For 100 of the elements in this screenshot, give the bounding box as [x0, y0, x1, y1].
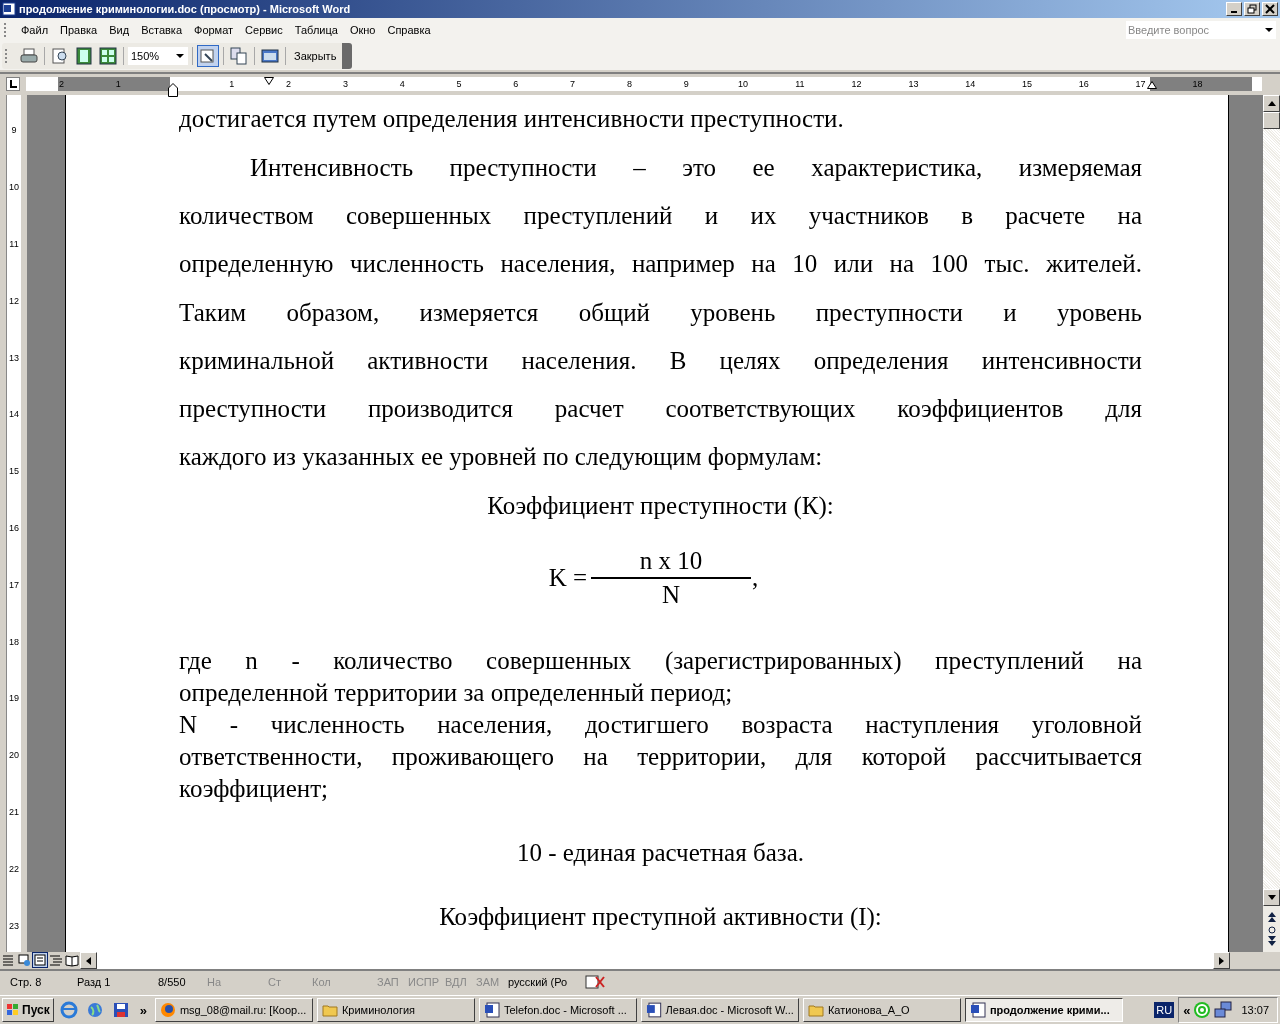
ruler-number: 19: [9, 692, 19, 705]
web-view-icon[interactable]: [16, 952, 32, 969]
ruler-number: 16: [1077, 78, 1090, 91]
taskbar-button[interactable]: Telefon.doc - Microsoft ...: [478, 998, 637, 1023]
clock: 13:07: [1241, 1004, 1269, 1017]
globe-icon[interactable]: [85, 1001, 104, 1020]
ruler-number: 15: [9, 465, 19, 478]
menu-item[interactable]: Файл: [15, 21, 55, 38]
document-icon[interactable]: [483, 1002, 500, 1019]
windows-flag-icon[interactable]: [6, 1003, 20, 1018]
centered-heading: Коэффициент преступности (К):: [486, 490, 835, 522]
ruler-number: 14: [9, 408, 19, 421]
copy-pages-icon[interactable]: [228, 44, 250, 67]
normal-view-icon[interactable]: [0, 952, 16, 969]
close-preview-button[interactable]: Закрыть: [290, 47, 341, 64]
centered-heading: 10 - единая расчетная база.: [516, 838, 805, 869]
ruler-number: 21: [9, 805, 19, 818]
dropdown-caret-icon[interactable]: [1265, 27, 1273, 32]
ruler-number: 5: [455, 78, 463, 91]
ruler-number: 23: [9, 919, 19, 932]
paragraph: Интенсивность преступности – это ее характеристика, измеряемая количеством совершенных преступлений и их участников в расчете на определенную численность населения, например на 10 или на 100 тыс. жителей. Таким образом, измеряется общий уровень преступности и уровень криминальной активности населения. В целях определения интенсивности преступности производится расчет соответствующих коэффициентов для каждого из указанных ее уровней по следующим формулам:: [179, 152, 1142, 473]
print-view-icon[interactable]: [32, 952, 48, 969]
menu-item[interactable]: Сервис: [239, 21, 289, 38]
scroll-up-icon[interactable]: [1267, 101, 1276, 107]
multiple-pages-icon[interactable]: [97, 44, 119, 67]
network-computers-icon[interactable]: [1214, 1001, 1233, 1020]
first-line-indent-marker[interactable]: [264, 77, 274, 86]
status-text: ВДЛ: [445, 976, 467, 989]
status-text: Разд 1: [77, 976, 111, 989]
ruler-number: 7: [569, 78, 577, 91]
menu-item[interactable]: Вид: [103, 21, 136, 38]
tray-expand-button[interactable]: «: [1183, 1002, 1191, 1018]
menu-item[interactable]: Окно: [343, 21, 382, 38]
dropdown-caret-icon[interactable]: [176, 53, 184, 58]
magnifier-toggle-icon[interactable]: [197, 44, 219, 67]
status-text: На: [207, 976, 222, 989]
one-page-icon[interactable]: [73, 44, 95, 67]
ruler-number: 9: [10, 124, 18, 137]
ruler-number: 11: [9, 237, 19, 250]
status-text: ЗАМ: [476, 976, 500, 989]
ruler-number: 3: [341, 78, 349, 91]
menu-item[interactable]: Справка: [381, 21, 437, 38]
window-title: продолжение криминологии.doc (просмотр) - Microsoft Word: [19, 2, 351, 15]
scroll-left-icon[interactable]: [86, 956, 91, 965]
paragraph: N - численность населения, достигшего возраста наступления уголовной ответственности, проживающего на территории, для которой рассчитывается коэффициент;: [179, 710, 1142, 805]
start-button[interactable]: Пуск: [2, 998, 54, 1023]
ruler-number: 1: [228, 78, 236, 91]
paragraph: достигается путем определения интенсивности преступности.: [179, 104, 845, 135]
menu-item[interactable]: Таблица: [288, 21, 344, 38]
document-icon: [2, 1, 16, 16]
status-text: ИСПР: [408, 976, 440, 989]
ruler-number: 11: [794, 78, 806, 91]
status-text: Стр. 8: [10, 976, 42, 989]
browse-object-icon[interactable]: [1267, 912, 1276, 947]
toolbar-options-button[interactable]: [342, 42, 353, 69]
ruler-number: 12: [850, 78, 863, 91]
zoom-dropdown[interactable]: 150%: [128, 46, 188, 65]
ruler-number: 10: [9, 181, 19, 194]
right-indent-marker[interactable]: [1147, 81, 1157, 90]
ruler-number: 4: [398, 78, 406, 91]
ruler-number: 12: [9, 294, 19, 307]
book-icon[interactable]: [64, 952, 80, 969]
ruler-number: 1: [114, 78, 122, 91]
document-icon[interactable]: [645, 1002, 662, 1019]
taskbar-button[interactable]: Криминология: [316, 998, 475, 1023]
taskbar-button[interactable]: Катионова_А_О: [802, 998, 961, 1023]
ruler-number: 20: [9, 749, 19, 762]
left-indent-marker[interactable]: [168, 83, 178, 98]
menu-item[interactable]: Формат: [188, 21, 240, 38]
taskbar-button[interactable]: msg_08@mail.ru: [Коор...: [154, 998, 313, 1023]
menu-item[interactable]: Вставка: [135, 21, 188, 38]
ruler-number: 2: [57, 78, 65, 91]
scroll-down-icon[interactable]: [1267, 895, 1276, 901]
scroll-right-icon[interactable]: [1219, 956, 1224, 965]
numerator: n x 10: [639, 546, 703, 577]
menu-item[interactable]: Правка: [54, 21, 104, 38]
ruler-number: 14: [964, 78, 977, 91]
status-text: ЗАП: [377, 976, 399, 989]
taskbar-button[interactable]: Левая.doc - Microsoft W...: [640, 998, 799, 1023]
ruler-number: 22: [9, 862, 19, 875]
denominator: N: [662, 580, 681, 611]
formula-text: K =: [548, 563, 588, 594]
scroll-thumb[interactable]: [1263, 112, 1280, 130]
taskbar-button[interactable]: продолжение крими...: [964, 998, 1123, 1023]
status-text: 8/550: [158, 976, 186, 989]
status-text: Кол: [312, 976, 331, 989]
more-button[interactable]: »: [135, 1002, 151, 1018]
ruler-number: 2: [285, 78, 293, 91]
tab-selector-icon[interactable]: [6, 77, 20, 92]
outline-view-icon[interactable]: [48, 952, 64, 969]
browser-e-icon[interactable]: [59, 1001, 78, 1020]
ruler-number: 10: [737, 78, 749, 91]
ruler-number: 13: [907, 78, 920, 91]
status-text: русский (Ро: [508, 976, 568, 989]
language-indicator[interactable]: RU: [1154, 1002, 1175, 1019]
document-icon[interactable]: [969, 1002, 986, 1019]
ruler-number: 18: [9, 635, 19, 648]
formula-text: ,: [752, 563, 759, 594]
horizontal-scrollbar[interactable]: [80, 952, 1230, 970]
ruler-number: 8: [625, 78, 633, 91]
